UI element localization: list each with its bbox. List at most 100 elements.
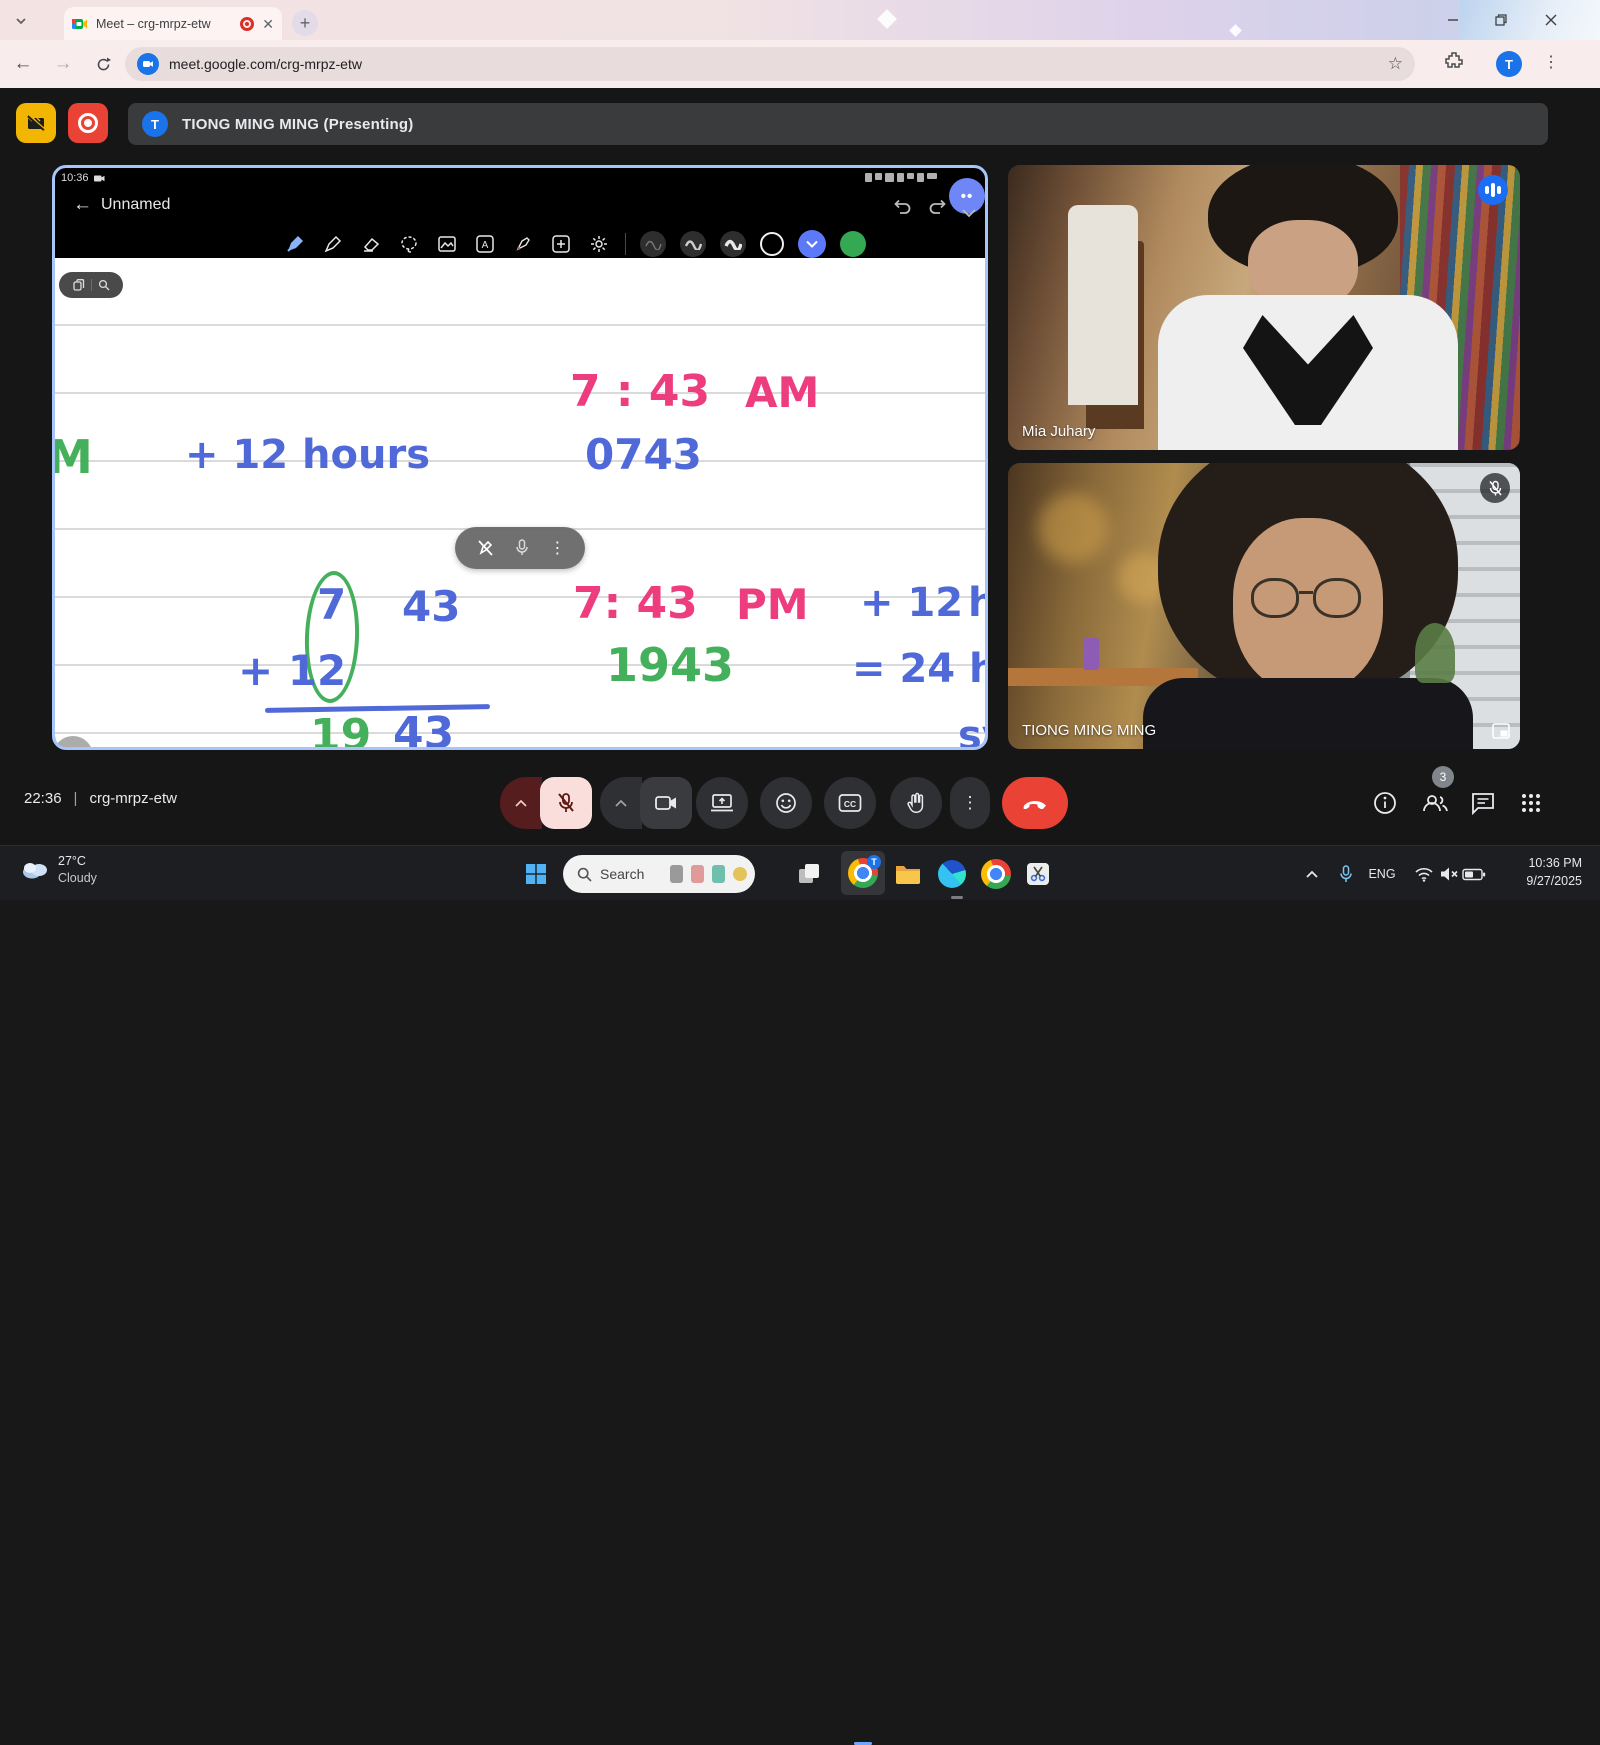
tray-chevron-icon[interactable] bbox=[1296, 858, 1328, 890]
meeting-clock: 22:36 bbox=[24, 790, 62, 807]
stroke-medium-icon[interactable] bbox=[680, 231, 706, 257]
recording-active-icon[interactable] bbox=[68, 103, 108, 143]
mic-options-chevron[interactable] bbox=[500, 777, 542, 829]
participant-tile-mia[interactable]: Mia Juhary bbox=[1008, 165, 1520, 450]
ink-sy-clipped: sy bbox=[958, 713, 988, 750]
edge-open-indicator bbox=[951, 896, 963, 899]
bookmark-star-icon[interactable]: ☆ bbox=[1388, 54, 1403, 74]
chat-button[interactable] bbox=[1468, 788, 1498, 818]
add-tool-icon[interactable] bbox=[549, 232, 573, 256]
window-restore-button[interactable] bbox=[1478, 0, 1524, 40]
browser-profile-avatar[interactable]: T bbox=[1496, 51, 1522, 77]
more-options-button[interactable]: ⋮ bbox=[950, 777, 990, 829]
stroke-thick-icon[interactable] bbox=[720, 231, 746, 257]
whiteboard-back-icon[interactable]: ← bbox=[73, 194, 92, 216]
participants-count-badge: 3 bbox=[1432, 766, 1454, 788]
participant-tile-tiong[interactable]: TIONG MING MING bbox=[1008, 463, 1520, 749]
language-indicator[interactable]: ENG bbox=[1362, 858, 1402, 890]
camera-button[interactable] bbox=[640, 777, 692, 829]
forward-button[interactable]: → bbox=[46, 47, 80, 81]
browser-tab[interactable]: Meet – crg-mrpz-etw ✕ bbox=[64, 7, 282, 40]
ink-plus12-right: + 12 bbox=[860, 580, 963, 626]
tab-close-icon[interactable]: ✕ bbox=[262, 17, 274, 31]
text-tool-icon[interactable]: A bbox=[473, 232, 497, 256]
chrome-secondary-button[interactable] bbox=[980, 858, 1012, 890]
weather-widget[interactable]: 27°C Cloudy bbox=[20, 853, 97, 887]
whiteboard-title: Unnamed bbox=[101, 196, 170, 214]
tray-mic-icon[interactable] bbox=[1330, 858, 1362, 890]
bokeh-light bbox=[1038, 493, 1108, 563]
meeting-code: crg-mrpz-etw bbox=[89, 790, 177, 807]
reload-button[interactable] bbox=[86, 47, 120, 81]
tab-title: Meet – crg-mrpz-etw bbox=[96, 17, 232, 31]
tab-search-chevron-icon[interactable] bbox=[14, 14, 28, 28]
raise-hand-button[interactable] bbox=[890, 777, 942, 829]
presenter-banner[interactable]: T TIONG MING MING (Presenting) bbox=[128, 103, 1548, 145]
new-tab-button[interactable]: + bbox=[292, 10, 318, 36]
mic-muted-indicator-icon bbox=[1480, 473, 1510, 503]
ink-am: AM bbox=[745, 368, 819, 417]
toolbar-divider bbox=[625, 233, 626, 255]
address-bar[interactable]: meet.google.com/crg-mrpz-etw ☆ bbox=[125, 47, 1415, 81]
presented-screen-tile[interactable]: 10:36 ← Unnamed •• bbox=[52, 165, 988, 750]
meet-camera-icon bbox=[137, 53, 159, 75]
image-tool-icon[interactable] bbox=[435, 232, 459, 256]
meeting-info: 22:36 | crg-mrpz-etw bbox=[24, 790, 177, 807]
meeting-details-button[interactable] bbox=[1370, 788, 1400, 818]
task-view-button[interactable] bbox=[793, 858, 825, 890]
tab-recording-icon bbox=[240, 17, 254, 31]
undo-icon[interactable] bbox=[891, 198, 913, 216]
color-blue-swatch-selected[interactable] bbox=[798, 230, 826, 258]
file-explorer-button[interactable] bbox=[892, 858, 924, 890]
captions-button[interactable]: CC bbox=[824, 777, 876, 829]
pip-icon[interactable] bbox=[1492, 723, 1510, 739]
tray-date-text: 9/27/2025 bbox=[1526, 873, 1582, 891]
ink-column-plus12: + 12 bbox=[238, 646, 346, 695]
whiteboard-canvas[interactable]: 7 : 43 AM M + 12 hours 0743 7 43 + 12 19… bbox=[55, 258, 985, 747]
chrome-active-app[interactable]: T bbox=[841, 851, 885, 895]
pen-tool-icon[interactable] bbox=[283, 232, 307, 256]
eraser-tool-icon[interactable] bbox=[359, 232, 383, 256]
people-button[interactable] bbox=[1420, 788, 1450, 818]
floating-mini-toolbar[interactable]: ⋮ bbox=[455, 527, 585, 569]
svg-text:A: A bbox=[482, 240, 489, 251]
tray-clock[interactable]: 10:36 PM 9/27/2025 bbox=[1526, 855, 1582, 890]
window-close-button[interactable] bbox=[1528, 0, 1574, 40]
mic-mute-button[interactable] bbox=[540, 777, 592, 829]
battery-icon[interactable] bbox=[1458, 858, 1490, 890]
color-white-swatch[interactable] bbox=[760, 232, 784, 256]
browser-menu-icon[interactable]: ⋮ bbox=[1543, 52, 1559, 72]
color-green-swatch[interactable] bbox=[840, 231, 866, 257]
meet-control-bar: 22:36 | crg-mrpz-etw CC bbox=[0, 760, 1600, 845]
highlighter-tool-icon[interactable] bbox=[321, 232, 345, 256]
activities-grid-button[interactable] bbox=[1516, 788, 1546, 818]
start-button[interactable] bbox=[520, 858, 552, 890]
recording-warning-icon[interactable] bbox=[16, 103, 56, 143]
ink-column-hour: 7 bbox=[317, 580, 346, 629]
reactions-button[interactable] bbox=[760, 777, 812, 829]
present-button[interactable] bbox=[696, 777, 748, 829]
collapse-chevron-icon[interactable] bbox=[961, 208, 977, 218]
profile-badge: T bbox=[867, 855, 881, 869]
back-button[interactable]: ← bbox=[6, 47, 40, 81]
taskbar-search[interactable]: Search bbox=[563, 855, 755, 893]
wallpaper-diamond bbox=[877, 9, 897, 29]
participant-name: Mia Juhary bbox=[1022, 423, 1095, 440]
pages-zoom-pill[interactable] bbox=[59, 272, 123, 298]
ink-eq-24h: = 24 h bbox=[852, 646, 988, 692]
pencil-fab[interactable] bbox=[53, 736, 93, 750]
edge-button[interactable] bbox=[936, 858, 968, 890]
ink-0743: 0743 bbox=[585, 430, 702, 479]
lasso-tool-icon[interactable] bbox=[397, 232, 421, 256]
window-minimize-button[interactable] bbox=[1430, 0, 1476, 40]
marker-tool-icon[interactable] bbox=[511, 232, 535, 256]
camera-options-chevron[interactable] bbox=[600, 777, 642, 829]
snipping-tool-button[interactable] bbox=[1022, 858, 1054, 890]
stroke-thin-icon[interactable] bbox=[640, 231, 666, 257]
redo-icon[interactable] bbox=[927, 198, 949, 216]
search-highlight-image bbox=[712, 865, 725, 883]
end-call-button[interactable] bbox=[1002, 777, 1068, 829]
glasses-left bbox=[1251, 578, 1299, 618]
extensions-puzzle-icon[interactable] bbox=[1444, 50, 1464, 70]
settings-gear-icon[interactable] bbox=[587, 232, 611, 256]
